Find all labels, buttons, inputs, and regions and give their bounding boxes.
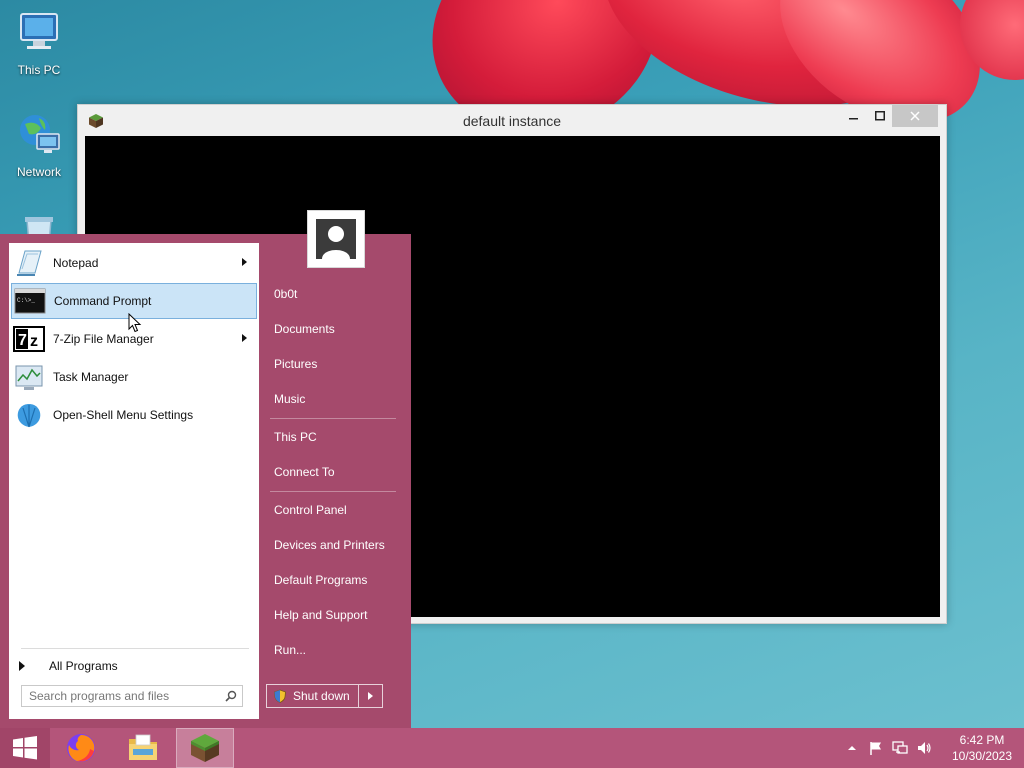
start-menu: Notepad C:\>_ Command Prompt 7 z 7-Zip F… xyxy=(0,210,411,728)
start-item-control-panel[interactable]: Control Panel xyxy=(274,500,347,520)
svg-text:C:\>_: C:\>_ xyxy=(17,297,35,304)
shutdown-options-button[interactable] xyxy=(358,685,382,707)
program-notepad[interactable]: Notepad xyxy=(11,245,257,281)
divider xyxy=(270,491,396,492)
shutdown-button-group: Shut down xyxy=(266,684,383,708)
start-item-default-programs[interactable]: Default Programs xyxy=(274,570,367,590)
start-item-connect-to[interactable]: Connect To xyxy=(274,462,335,482)
window-title: default instance xyxy=(462,113,562,129)
shutdown-button[interactable]: Shut down xyxy=(267,685,358,707)
program-task-manager[interactable]: Task Manager xyxy=(11,359,257,395)
taskbar-firefox[interactable] xyxy=(52,728,110,768)
mouse-cursor-icon xyxy=(128,313,142,333)
start-item-devices-and-printers[interactable]: Devices and Printers xyxy=(274,535,385,555)
user-avatar[interactable] xyxy=(307,210,365,268)
firefox-icon xyxy=(67,734,95,762)
close-button[interactable] xyxy=(892,105,938,127)
desktop-icon-label: Network xyxy=(16,165,61,179)
submenu-arrow-icon xyxy=(242,258,247,266)
divider xyxy=(21,648,249,649)
notepad-icon xyxy=(17,250,42,276)
7zip-icon: 7 z xyxy=(13,326,45,352)
program-label: 7-Zip File Manager xyxy=(53,332,154,346)
start-item-help-and-support[interactable]: Help and Support xyxy=(274,605,367,625)
network-tray-button[interactable] xyxy=(888,728,912,768)
file-explorer-icon xyxy=(129,734,157,760)
program-open-shell-settings[interactable]: Open-Shell Menu Settings xyxy=(11,397,257,433)
uac-shield-icon xyxy=(274,689,286,703)
start-button[interactable] xyxy=(0,728,50,768)
svg-text:7: 7 xyxy=(18,332,27,349)
taskbar-minecraft[interactable] xyxy=(176,728,234,768)
chevron-right-icon xyxy=(368,692,373,700)
action-center-button[interactable] xyxy=(864,728,888,768)
divider xyxy=(270,418,396,419)
system-tray: 6:42 PM 10/30/2023 xyxy=(840,728,1024,768)
minimize-button[interactable] xyxy=(840,105,868,127)
command-prompt-icon: C:\>_ xyxy=(14,288,46,314)
taskbar-file-explorer[interactable] xyxy=(114,728,172,768)
volume-button[interactable] xyxy=(912,728,936,768)
show-hidden-icons-button[interactable] xyxy=(840,728,864,768)
maximize-button[interactable] xyxy=(866,105,894,127)
this-pc-icon xyxy=(20,13,58,49)
search-box[interactable] xyxy=(21,685,243,707)
task-manager-icon xyxy=(15,365,43,390)
minecraft-icon xyxy=(191,734,219,762)
submenu-arrow-icon xyxy=(242,334,247,342)
clock[interactable]: 6:42 PM 10/30/2023 xyxy=(940,732,1024,764)
start-item-this-pc[interactable]: This PC xyxy=(274,427,317,447)
taskbar: 6:42 PM 10/30/2023 xyxy=(0,728,1024,768)
program-label: Open-Shell Menu Settings xyxy=(53,408,194,422)
user-avatar-icon xyxy=(312,215,360,263)
desktop-icon-network[interactable]: Network xyxy=(1,110,77,179)
program-label: Command Prompt xyxy=(54,294,152,308)
maximize-icon xyxy=(875,111,885,121)
start-item-music[interactable]: Music xyxy=(274,389,305,409)
desktop-icon-label: This PC xyxy=(17,63,61,77)
flag-icon xyxy=(870,742,881,755)
chevron-up-icon xyxy=(848,746,856,750)
start-item-documents[interactable]: Documents xyxy=(274,319,335,339)
network-icon xyxy=(20,115,60,153)
clock-date: 10/30/2023 xyxy=(951,749,1013,763)
shutdown-label: Shut down xyxy=(293,689,350,703)
window-titlebar[interactable]: default instance xyxy=(78,105,946,137)
desktop-icon-this-pc[interactable]: This PC xyxy=(1,8,77,77)
start-item-pictures[interactable]: Pictures xyxy=(274,354,317,374)
all-programs-button[interactable]: All Programs xyxy=(19,656,118,676)
all-programs-label: All Programs xyxy=(49,659,118,673)
start-item-run[interactable]: Run... xyxy=(274,640,306,660)
program-label: Task Manager xyxy=(53,370,129,384)
search-icon[interactable] xyxy=(220,686,242,706)
expand-arrow-icon xyxy=(19,661,25,671)
speaker-icon xyxy=(918,742,931,754)
search-input[interactable] xyxy=(22,686,220,706)
start-item-user[interactable]: 0b0t xyxy=(274,284,297,304)
minimize-icon xyxy=(849,118,858,120)
windows-logo-icon xyxy=(13,736,37,760)
clock-time: 6:42 PM xyxy=(959,733,1005,747)
close-icon xyxy=(910,111,920,121)
svg-text:z: z xyxy=(30,333,38,350)
open-shell-icon xyxy=(17,404,41,428)
network-tray-icon xyxy=(892,741,908,754)
program-label: Notepad xyxy=(53,256,99,270)
